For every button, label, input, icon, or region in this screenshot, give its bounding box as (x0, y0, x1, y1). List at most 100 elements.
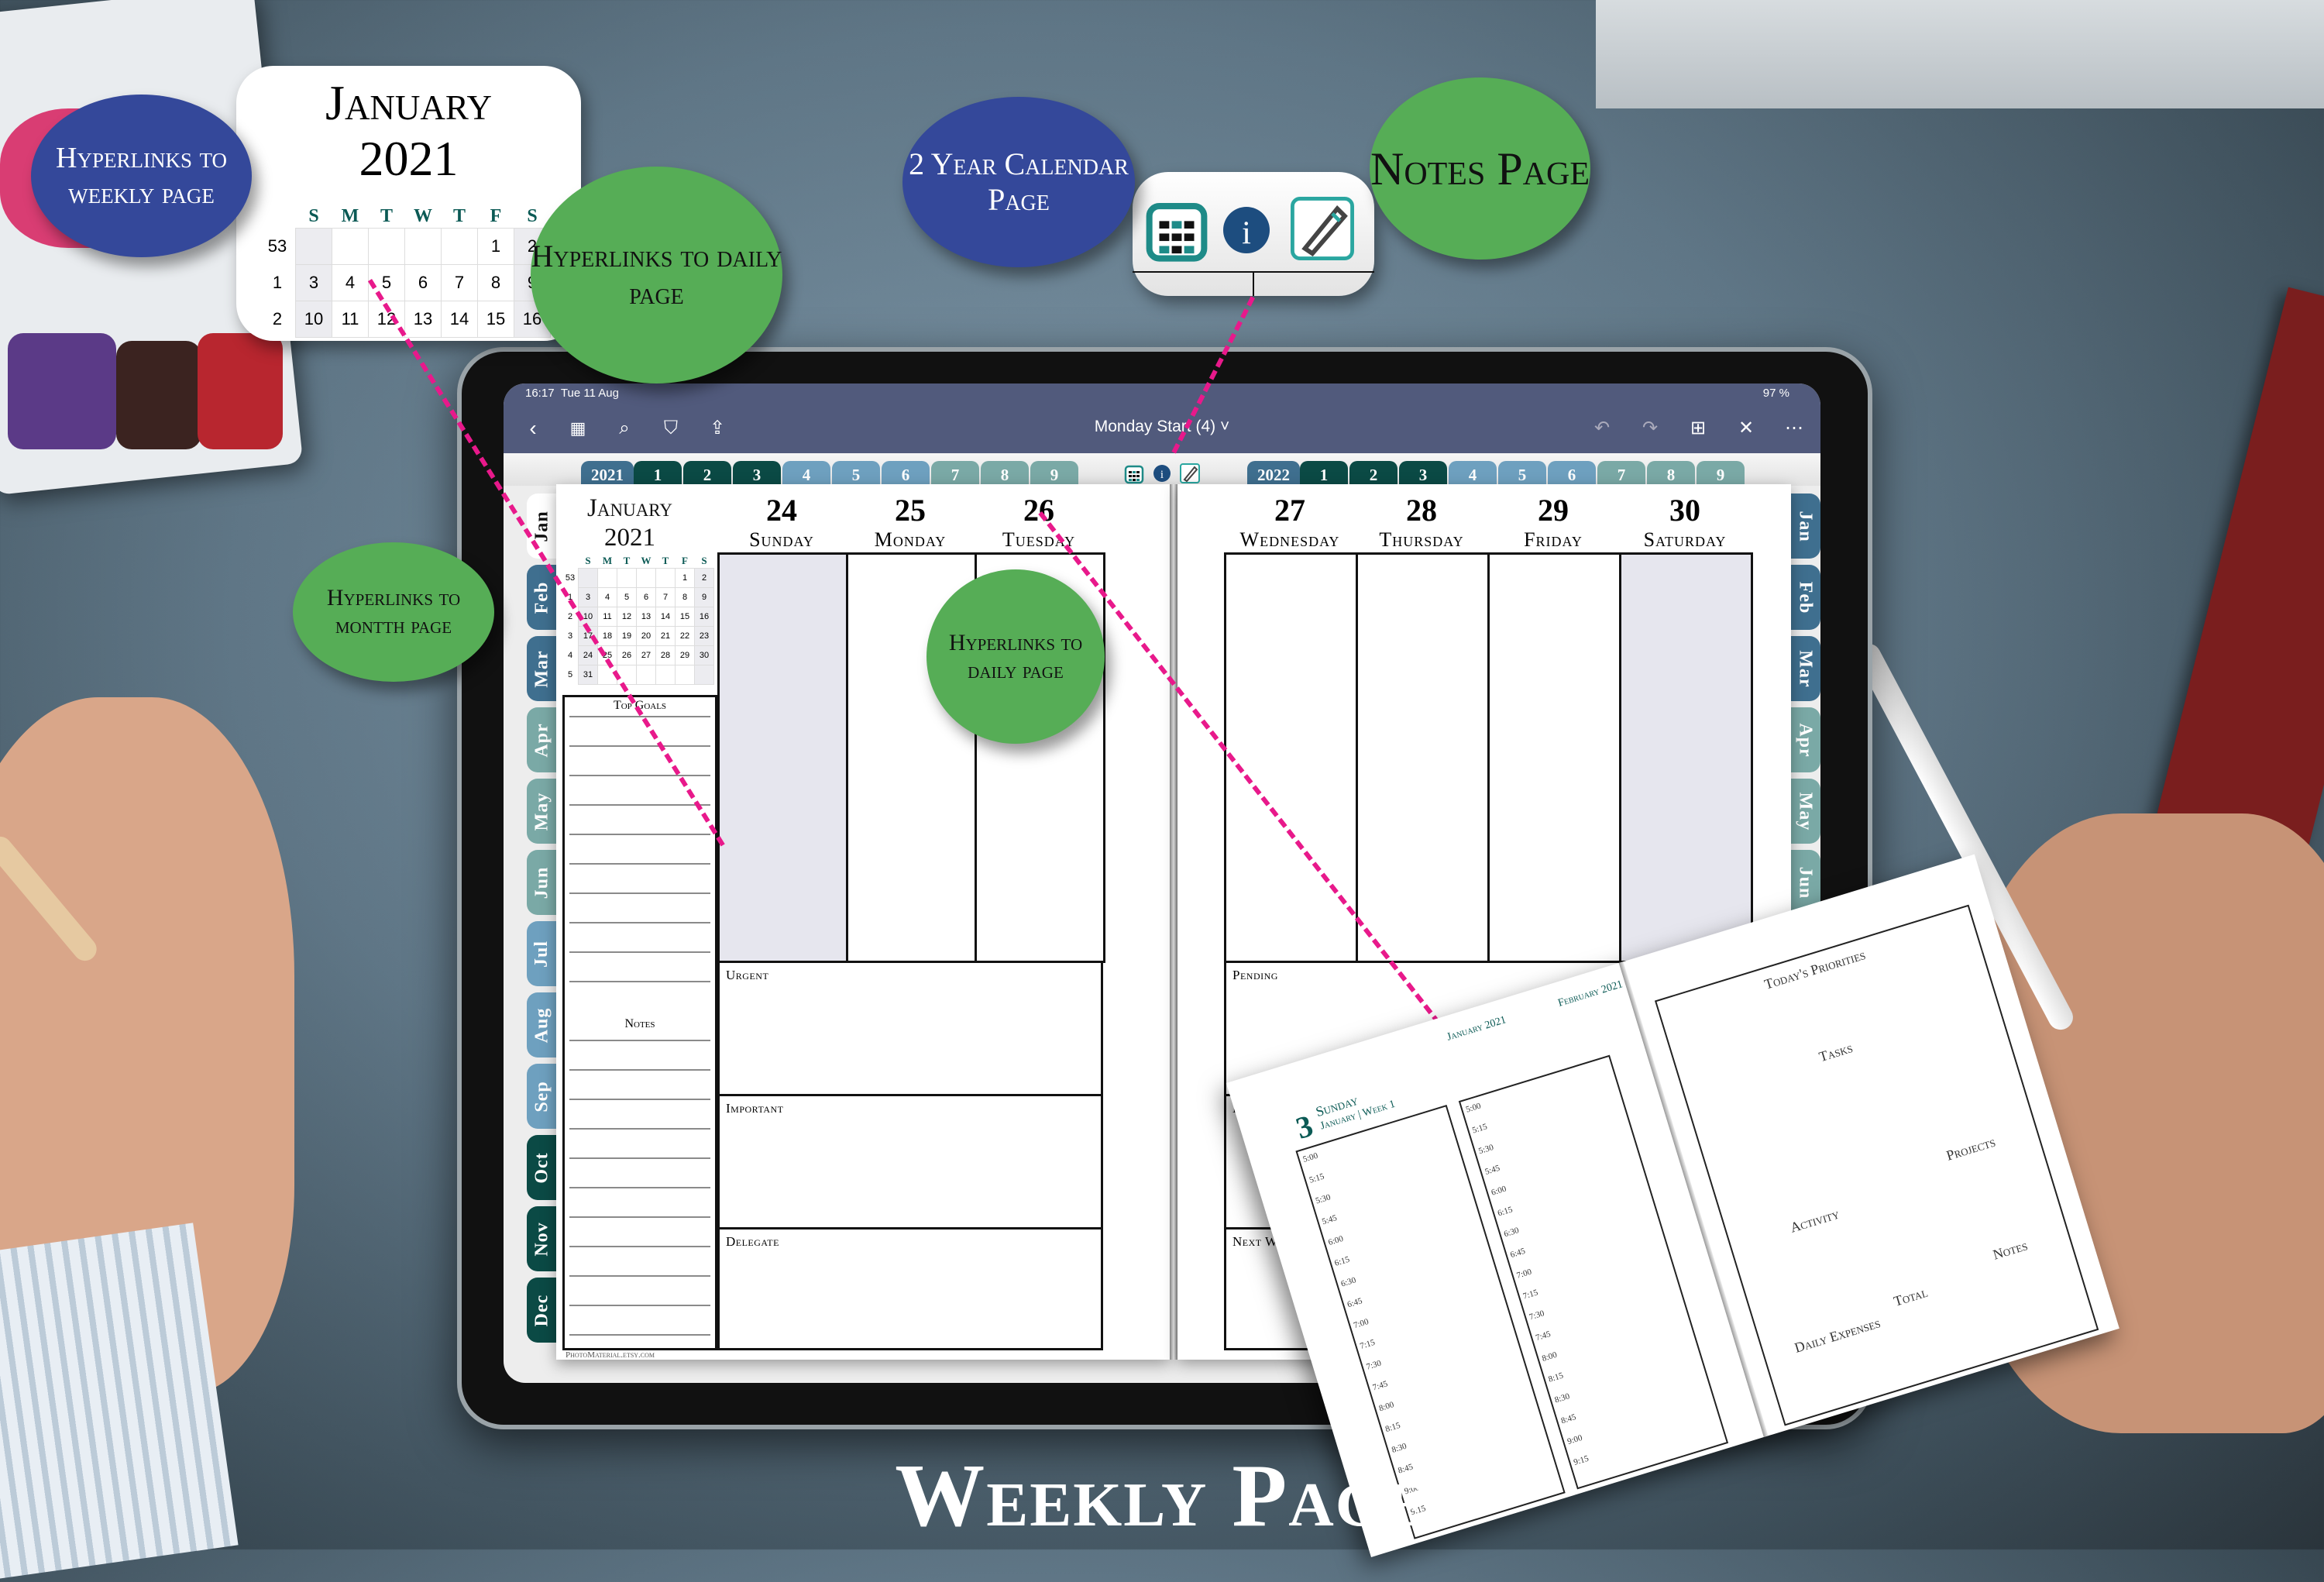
tab-week-6-left[interactable]: 6 (882, 461, 930, 487)
calendar-day-link[interactable]: 4 (597, 587, 617, 607)
calendar-day-link[interactable]: 1 (675, 568, 695, 588)
week-number-link[interactable]: 53 (260, 229, 296, 265)
calendar-day-link[interactable]: 7 (655, 587, 676, 607)
calendar-day-link[interactable]: 30 (694, 645, 714, 665)
day-header-link[interactable]: 29 Friday (1487, 492, 1619, 552)
calendar-day-link[interactable]: 11 (332, 301, 369, 338)
month-tab-right-may[interactable]: May (1789, 779, 1820, 844)
tab-week-5-right[interactable]: 5 (1498, 461, 1546, 487)
calendar-day-link[interactable]: 11 (597, 607, 617, 627)
calendar-day-link[interactable]: 13 (636, 607, 656, 627)
weekly-month-title[interactable]: January 2021 (564, 494, 696, 552)
tab-week-9-left[interactable]: 9 (1030, 461, 1078, 487)
calendar-day-link[interactable]: 14 (655, 607, 676, 627)
add-page-icon[interactable]: ⊞ (1684, 414, 1712, 442)
calendar-day-link[interactable]: 20 (636, 626, 656, 646)
week-number-link[interactable]: 3 (562, 627, 579, 646)
tab-week-4-left[interactable]: 4 (782, 461, 830, 487)
day-column-box[interactable] (1619, 552, 1753, 963)
calendar-day-link[interactable]: 14 (441, 301, 478, 338)
tab-week-3-right[interactable]: 3 (1399, 461, 1447, 487)
undo-icon[interactable]: ↶ (1588, 414, 1616, 442)
month-tab-left-oct[interactable]: Oct (527, 1135, 558, 1200)
day-header-link[interactable]: 26 Tuesday (975, 492, 1103, 552)
tab-week-1-left[interactable]: 1 (634, 461, 682, 487)
calendar-day-link[interactable]: 21 (655, 626, 676, 646)
calendar-day-link[interactable]: 8 (477, 264, 514, 301)
tab-week-6-right[interactable]: 6 (1548, 461, 1596, 487)
day-header-link[interactable]: 30 Saturday (1619, 492, 1751, 552)
tab-week-7-left[interactable]: 7 (931, 461, 979, 487)
notes-pencil-icon[interactable] (1179, 463, 1201, 484)
month-tab-left-sep[interactable]: Sep (527, 1064, 558, 1129)
calendar-day-link[interactable]: 6 (404, 264, 442, 301)
tab-week-5-left[interactable]: 5 (832, 461, 880, 487)
week-number-link[interactable]: 2 (260, 301, 296, 338)
calendar-day-link[interactable]: 22 (675, 626, 695, 646)
month-tab-left-nov[interactable]: Nov (527, 1206, 558, 1271)
month-tab-right-jan[interactable]: Jan (1789, 494, 1820, 559)
calendar-day-link[interactable]: 13 (404, 301, 442, 338)
info-icon[interactable]: i (1151, 463, 1173, 484)
day-header-link[interactable]: 24 Sunday (717, 492, 846, 552)
more-icon[interactable]: ⋯ (1780, 414, 1808, 442)
calendar-day-link[interactable]: 24 (578, 645, 598, 665)
calendar-day-link[interactable]: 3 (578, 587, 598, 607)
calendar-day-link[interactable]: 28 (655, 645, 676, 665)
week-number-link[interactable]: 5 (562, 665, 579, 685)
week-number-link[interactable]: 1 (260, 265, 296, 301)
calendar-day-link[interactable]: 1 (477, 228, 514, 265)
month-tab-left-mar[interactable]: Mar (527, 636, 558, 701)
month-tab-left-jan[interactable]: Jan (527, 494, 558, 559)
tab-year-2021[interactable]: 2021 (581, 461, 634, 487)
month-tab-right-apr[interactable]: Apr (1789, 707, 1820, 772)
week-number-link[interactable]: 53 (562, 569, 579, 588)
day-column-box[interactable] (1356, 552, 1490, 963)
calendar-day-link[interactable]: 12 (617, 607, 637, 627)
day-header-link[interactable]: 25 Monday (846, 492, 975, 552)
calendar-day-link[interactable]: 6 (636, 587, 656, 607)
calendar-icon[interactable] (1123, 463, 1145, 484)
month-tab-left-dec[interactable]: Dec (527, 1278, 558, 1343)
notes-pencil-icon[interactable] (1287, 194, 1357, 263)
day-header-link[interactable]: 28 Thursday (1356, 492, 1487, 552)
calendar-day-link[interactable]: 8 (675, 587, 695, 607)
delegate-box[interactable]: Delegate (717, 1227, 1103, 1350)
calendar-day-link[interactable]: 19 (617, 626, 637, 646)
tab-week-4-right[interactable]: 4 (1449, 461, 1497, 487)
calendar-day-link[interactable]: 7 (441, 264, 478, 301)
tab-week-9-right[interactable]: 9 (1697, 461, 1745, 487)
calendar-day-link[interactable]: 3 (295, 264, 332, 301)
week-number-link[interactable]: 4 (562, 646, 579, 665)
calendar-day-link[interactable]: 26 (617, 645, 637, 665)
calendar-day-link[interactable]: 31 (578, 665, 598, 685)
info-icon[interactable]: i (1219, 203, 1274, 257)
day-column-box[interactable] (717, 552, 848, 963)
calendar-day-link[interactable]: 16 (694, 607, 714, 627)
close-tools-icon[interactable]: ✕ (1732, 414, 1760, 442)
calendar-day-link[interactable]: 23 (694, 626, 714, 646)
calendar-day-link[interactable]: 15 (675, 607, 695, 627)
tab-week-1-right[interactable]: 1 (1300, 461, 1348, 487)
month-tab-left-apr[interactable]: Apr (527, 707, 558, 772)
document-title-dropdown[interactable]: Monday Start (4) ˅ (504, 418, 1820, 436)
tab-year-2022[interactable]: 2022 (1247, 461, 1300, 487)
calendar-day-link[interactable]: 10 (295, 301, 332, 338)
calendar-day-link[interactable]: 29 (675, 645, 695, 665)
month-tab-right-feb[interactable]: Feb (1789, 565, 1820, 630)
tab-week-3-left[interactable]: 3 (733, 461, 781, 487)
month-tab-right-mar[interactable]: Mar (1789, 636, 1820, 701)
calendar-day-link[interactable]: 9 (694, 587, 714, 607)
month-tab-left-aug[interactable]: Aug (527, 992, 558, 1058)
tab-week-2-right[interactable]: 2 (1349, 461, 1397, 487)
calendar-day-link[interactable]: 15 (477, 301, 514, 338)
month-tab-left-may[interactable]: May (527, 779, 558, 844)
important-box[interactable]: Important (717, 1094, 1103, 1229)
tab-week-2-left[interactable]: 2 (683, 461, 731, 487)
calendar-day-link[interactable]: 27 (636, 645, 656, 665)
calendar-day-link[interactable]: 4 (332, 264, 369, 301)
redo-icon[interactable]: ↷ (1636, 414, 1664, 442)
calendar-day-link[interactable]: 18 (597, 626, 617, 646)
calendar-day-link[interactable]: 5 (617, 587, 637, 607)
urgent-box[interactable]: Urgent (717, 961, 1103, 1096)
